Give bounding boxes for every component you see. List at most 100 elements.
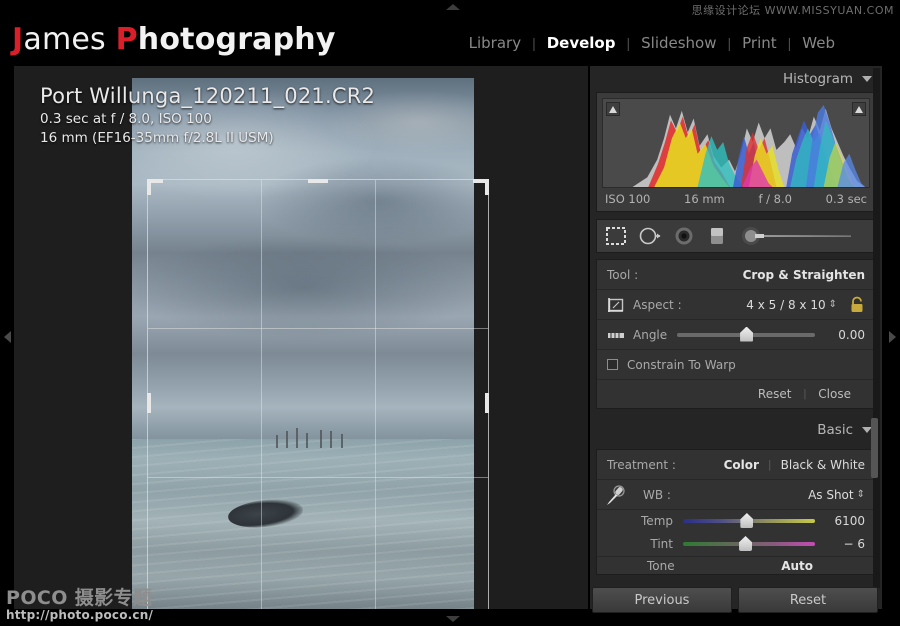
logo-first-rest: ames — [23, 22, 116, 57]
histogram-focal-length: 16 mm — [684, 192, 725, 206]
image-canvas[interactable]: Port Willunga_120211_021.CR2 0.3 sec at … — [14, 66, 588, 609]
treatment-color-option[interactable]: Color — [724, 458, 759, 472]
shadow-clipping-indicator[interactable] — [606, 102, 620, 116]
histogram-svg — [603, 104, 869, 187]
watermark-title: POCO 摄影专题 — [6, 587, 153, 610]
aspect-value[interactable]: 4 x 5 / 8 x 10 — [746, 298, 825, 312]
previous-button[interactable]: Previous — [592, 587, 732, 613]
angle-label: Angle — [633, 327, 668, 342]
constrain-to-warp-label: Constrain To Warp — [627, 357, 736, 372]
basic-module: Treatment : Color | Black & White WB : A… — [596, 449, 876, 575]
crop-grid-line — [148, 328, 488, 330]
module-develop[interactable]: Develop — [536, 34, 627, 52]
histogram-aperture: f / 8.0 — [758, 192, 792, 206]
crop-grid-line — [374, 180, 376, 609]
module-library[interactable]: Library — [458, 34, 532, 52]
temp-slider-knob[interactable] — [740, 513, 754, 528]
histogram-panel-header[interactable]: Histogram — [590, 66, 882, 92]
crop-handle-top[interactable] — [308, 179, 328, 183]
wb-label: WB : — [643, 487, 671, 502]
watermark-bottom-left: POCO 摄影专题 http://photo.poco.cn/ — [6, 589, 153, 622]
basic-panel-header[interactable]: Basic — [590, 417, 882, 443]
angle-value[interactable]: 0.00 — [825, 328, 865, 342]
temp-label: Temp — [641, 514, 673, 528]
histogram-container: ISO 100 16 mm f / 8.0 0.3 sec — [596, 92, 876, 212]
tint-slider-knob[interactable] — [739, 536, 753, 551]
aspect-row: Aspect : 4 x 5 / 8 x 10 ⇕ — [597, 290, 875, 320]
highlight-clipping-indicator[interactable] — [852, 102, 866, 116]
tone-auto-button[interactable]: Auto — [781, 559, 813, 573]
module-web[interactable]: Web — [791, 34, 846, 52]
crop-handle-left[interactable] — [147, 392, 151, 413]
treatment-bw-option[interactable]: Black & White — [781, 458, 865, 472]
crop-handle-top-right[interactable] — [485, 179, 489, 195]
adjustment-brush-tool-icon[interactable] — [739, 226, 857, 246]
temp-row: Temp 6100 — [597, 510, 875, 532]
panel-scrollbar-thumb[interactable] — [871, 418, 878, 478]
crop-overlay-box[interactable] — [147, 179, 489, 609]
tint-slider[interactable] — [683, 536, 815, 551]
logo-initial-p: P — [115, 22, 138, 57]
straighten-tool-icon[interactable] — [607, 327, 625, 343]
graduated-filter-tool-icon[interactable] — [706, 226, 728, 246]
lightroom-window: James Photography Library | Develop | Sl… — [0, 0, 900, 626]
histogram-metadata: ISO 100 16 mm f / 8.0 0.3 sec — [602, 188, 870, 211]
develop-tool-strip — [596, 219, 876, 253]
angle-row: Angle 0.00 — [597, 320, 875, 350]
crop-straighten-module: Tool : Crop & Straighten Aspect : 4 x 5 … — [596, 259, 876, 409]
wb-stepper-icon[interactable]: ⇕ — [857, 489, 865, 500]
histogram-graph[interactable] — [602, 98, 870, 188]
crop-close-button[interactable]: Close — [806, 387, 863, 401]
aspect-stepper-icon[interactable]: ⇕ — [829, 299, 837, 310]
spot-removal-tool-icon[interactable] — [638, 226, 662, 246]
crop-overlay-tool-icon[interactable] — [605, 226, 627, 246]
reset-button[interactable]: Reset — [738, 587, 878, 613]
module-picker: Library | Develop | Slideshow | Print | … — [458, 34, 846, 52]
identity-plate-logo[interactable]: James Photography — [12, 22, 336, 57]
crop-handle-top-left[interactable] — [147, 179, 151, 195]
watermark-top-right: 思缘设计论坛 WWW.MISSYUAN.COM — [691, 4, 894, 17]
right-develop-panel: Histogram ISO 100 16 mm f / 8.0 0.3 sec … — [590, 66, 882, 609]
logo-initial-j: J — [12, 22, 24, 57]
triangle-right-icon[interactable] — [889, 331, 896, 343]
panel-scrollbar-track[interactable] — [871, 68, 880, 588]
tint-value[interactable]: − 6 — [825, 537, 865, 551]
crop-grid-line — [148, 476, 488, 478]
triangle-up-icon — [855, 106, 863, 113]
constrain-to-warp-checkbox[interactable] — [607, 359, 618, 370]
tone-label: Tone — [647, 558, 675, 573]
basic-title: Basic — [817, 422, 853, 438]
triangle-down-icon[interactable] — [446, 616, 460, 622]
wb-value[interactable]: As Shot — [808, 488, 854, 502]
constrain-to-warp-row[interactable]: Constrain To Warp — [597, 350, 875, 380]
angle-slider[interactable] — [677, 326, 815, 342]
logo-second-rest: hotography — [137, 22, 336, 57]
temp-value[interactable]: 6100 — [825, 514, 865, 528]
triangle-up-icon[interactable] — [446, 4, 460, 10]
crop-handle-right[interactable] — [485, 392, 489, 413]
padlock-open-icon[interactable] — [849, 296, 865, 314]
crop-reset-button[interactable]: Reset — [746, 387, 804, 401]
crop-actions-row: Reset | Close — [597, 380, 875, 408]
white-balance-row: WB : As Shot ⇕ — [597, 480, 875, 510]
module-slideshow[interactable]: Slideshow — [630, 34, 727, 52]
tool-row: Tool : Crop & Straighten — [597, 260, 875, 290]
tool-label: Tool : — [607, 267, 639, 282]
tool-value[interactable]: Crop & Straighten — [743, 268, 865, 282]
angle-slider-knob[interactable] — [740, 326, 754, 342]
triangle-left-icon[interactable] — [4, 331, 11, 343]
tint-row: Tint − 6 — [597, 532, 875, 556]
chevron-down-icon[interactable] — [862, 76, 872, 82]
histogram-title: Histogram — [782, 71, 853, 87]
module-print[interactable]: Print — [731, 34, 788, 52]
eyedropper-icon[interactable] — [605, 484, 631, 506]
watermark-url: http://photo.poco.cn/ — [6, 608, 154, 623]
red-eye-correction-tool-icon[interactable] — [673, 226, 695, 246]
panel-footer-buttons: Previous Reset — [592, 587, 878, 613]
crop-frame-icon — [608, 297, 624, 312]
triangle-up-icon — [609, 106, 617, 113]
aspect-label: Aspect : — [633, 297, 682, 312]
temp-slider[interactable] — [683, 513, 815, 528]
crop-grid-line — [261, 180, 263, 609]
histogram-iso: ISO 100 — [605, 192, 651, 206]
